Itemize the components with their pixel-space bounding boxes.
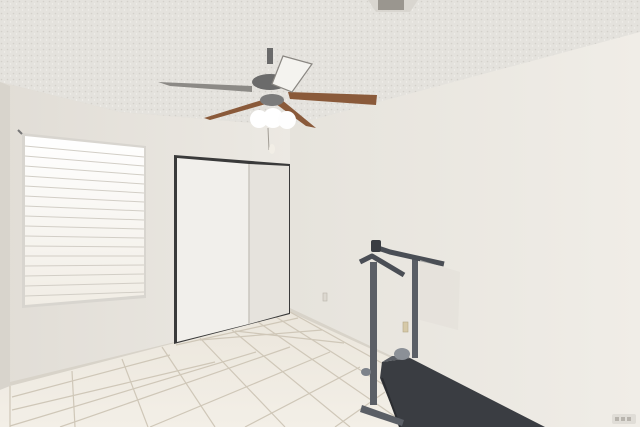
window-blinds — [17, 129, 146, 308]
pull-chain-knob — [269, 144, 275, 154]
fan-light-right — [278, 111, 296, 129]
air-vent — [368, 0, 418, 12]
treadmill-left-post — [370, 262, 377, 405]
treadmill-right-post — [412, 256, 418, 358]
closet-door-right — [249, 164, 289, 324]
treadmill-shadow — [420, 260, 460, 330]
room-photo — [0, 0, 640, 427]
watermark-logo — [612, 414, 636, 424]
closet-door-left — [177, 158, 249, 342]
wall-outlet-right — [402, 321, 409, 333]
sliding-closet-doors — [174, 155, 290, 344]
left-corner-shadow — [0, 82, 10, 390]
wall-outlet — [322, 292, 328, 302]
